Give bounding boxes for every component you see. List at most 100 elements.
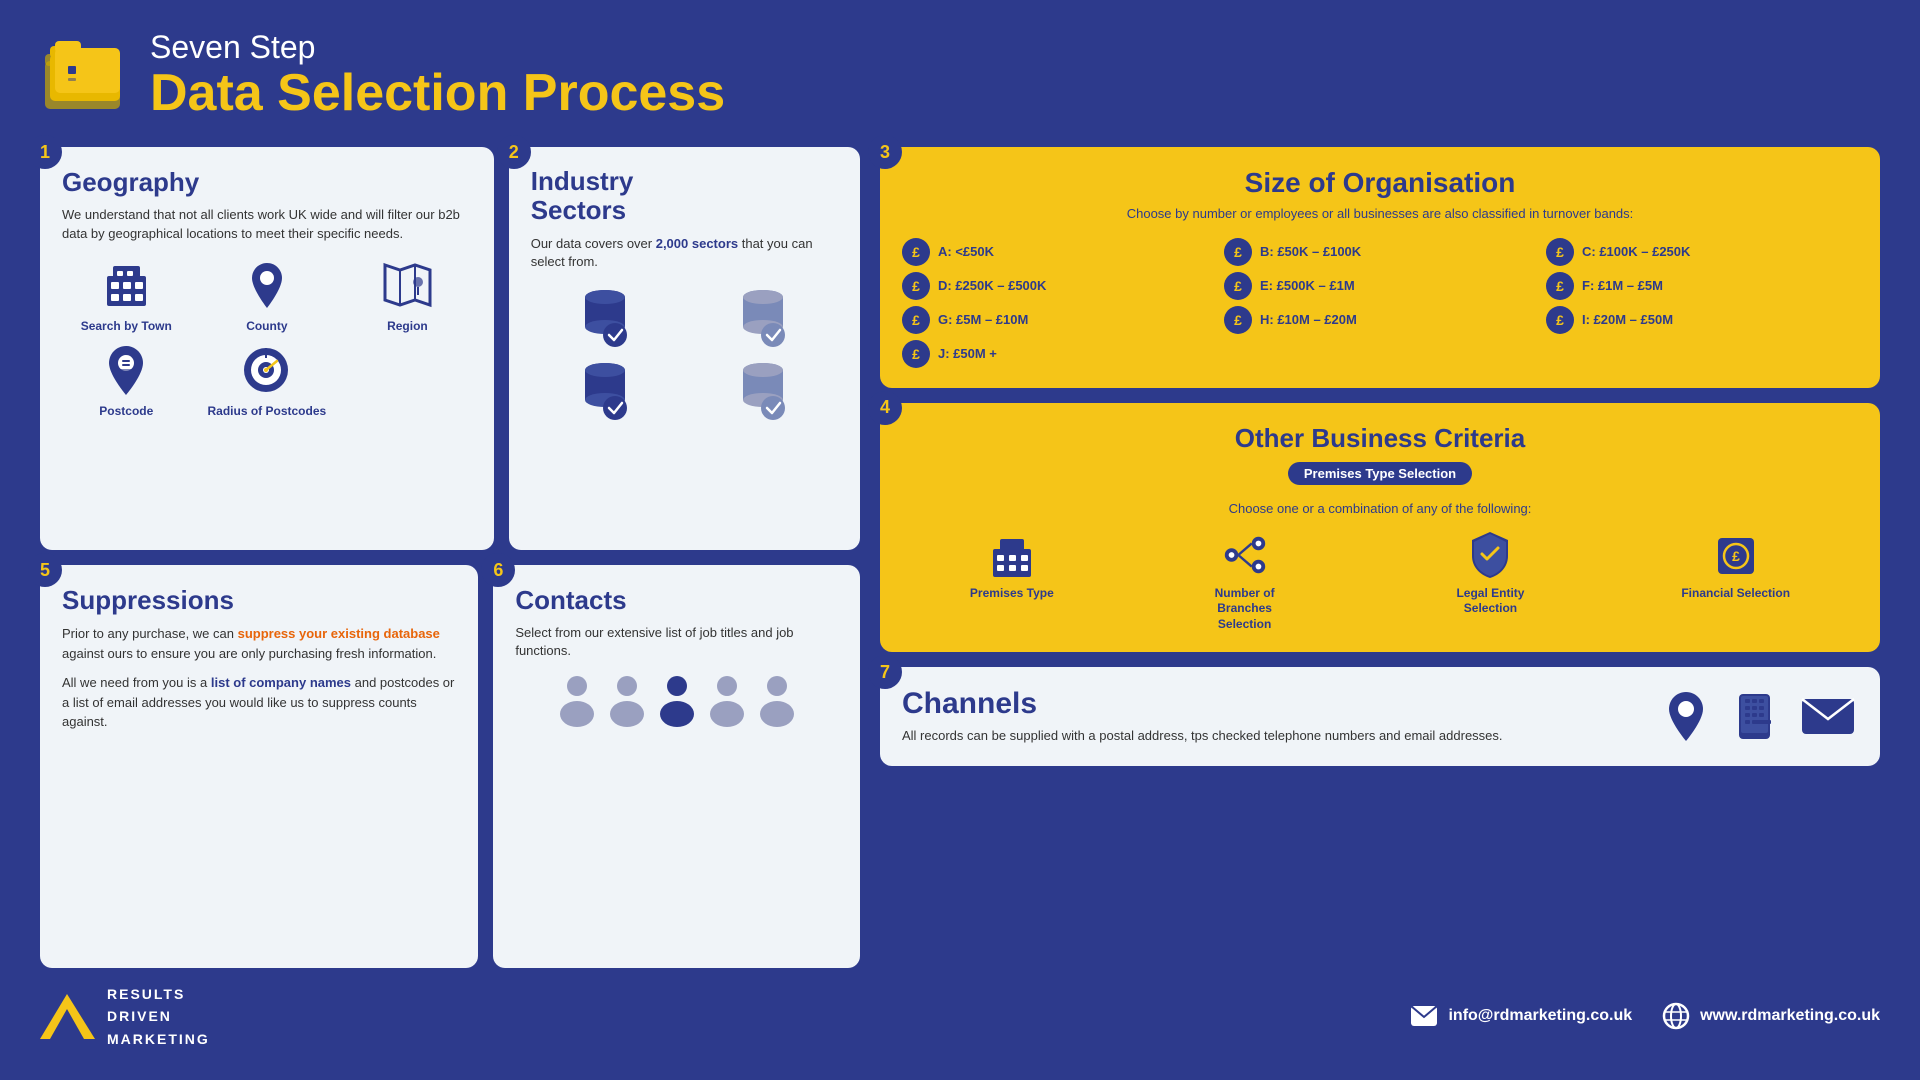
step5-badge: 5 xyxy=(28,553,62,587)
rdm-logo-icon xyxy=(40,994,95,1039)
legal-item: Legal Entity Selection xyxy=(1435,530,1545,617)
county-label: County xyxy=(246,319,287,333)
footer-website-url: www.rdmarketing.co.uk xyxy=(1700,1007,1880,1025)
location-icon xyxy=(239,258,294,313)
band-e: £ E: £500K – £1M xyxy=(1224,272,1536,300)
main-container: Seven Step Data Selection Process 1 Geog… xyxy=(0,0,1920,1080)
geo-search-by-town: Search by Town xyxy=(62,258,191,333)
content-area: 1 Geography We understand that not all c… xyxy=(40,147,1880,967)
right-column: 3 Size of Organisation Choose by number … xyxy=(880,147,1880,967)
band-c: £ C: £100K – £250K xyxy=(1546,238,1858,266)
industry-card: 2 IndustrySectors Our data covers over 2… xyxy=(509,147,860,550)
premises-building-icon xyxy=(987,530,1037,580)
location-channel-icon xyxy=(1661,689,1711,744)
database-icon-2 xyxy=(731,283,796,348)
company-names-highlight: list of company names xyxy=(211,675,351,690)
footer-links: info@rdmarketing.co.uk www.rdmarketing.c… xyxy=(1410,1002,1880,1030)
suppressions-para2: All we need from you is a list of compan… xyxy=(62,673,456,732)
header-icon xyxy=(40,36,130,116)
step6-badge: 6 xyxy=(481,553,515,587)
geography-card: 1 Geography We understand that not all c… xyxy=(40,147,494,550)
step1-badge: 1 xyxy=(28,135,62,169)
legal-entity-label: Legal Entity Selection xyxy=(1435,586,1545,617)
left-column: 1 Geography We understand that not all c… xyxy=(40,147,860,967)
size-card: 3 Size of Organisation Choose by number … xyxy=(880,147,1880,387)
suppressions-card: 5 Suppressions Prior to any purchase, we… xyxy=(40,565,478,968)
band-g: £ G: £5M – £10M xyxy=(902,306,1214,334)
header-text: Seven Step Data Selection Process xyxy=(150,30,725,122)
financial-selection-label: Financial Selection xyxy=(1681,586,1790,602)
contact-people-icons xyxy=(515,672,838,727)
footer-line3: MARKETING xyxy=(107,1028,210,1050)
branches-item: Number of Branches Selection xyxy=(1190,530,1300,633)
person-icon-5 xyxy=(756,672,798,727)
channels-title: Channels xyxy=(902,687,1503,721)
region-label: Region xyxy=(387,319,428,333)
person-icon-2 xyxy=(606,672,648,727)
financial-icon: £ xyxy=(1711,530,1761,580)
channels-card: 7 Channels All records can be supplied w… xyxy=(880,667,1880,765)
folder-icon xyxy=(40,36,130,111)
branches-label: Number of Branches Selection xyxy=(1190,586,1300,633)
footer-logo: RESULTS DRIVEN MARKETING xyxy=(40,983,210,1050)
geo-county: County xyxy=(203,258,332,333)
other-title: Other Business Criteria xyxy=(902,423,1858,454)
channels-text: Channels All records can be supplied wit… xyxy=(902,687,1503,745)
industry-desc: Our data covers over 2,000 sectors that … xyxy=(531,235,838,271)
bottom-row: 5 Suppressions Prior to any purchase, we… xyxy=(40,565,860,968)
band-i: £ I: £20M – £50M xyxy=(1546,306,1858,334)
premises-type-item: Premises Type xyxy=(970,530,1054,602)
pound-icon-f: £ xyxy=(1546,272,1574,300)
premises-type-label: Premises Type xyxy=(970,586,1054,602)
radius-label: Radius of Postcodes xyxy=(208,404,327,418)
email-channel-icon xyxy=(1798,694,1858,739)
band-g-label: G: £5M – £10M xyxy=(938,312,1028,327)
footer-line2: DRIVEN xyxy=(107,1005,210,1027)
footer-globe-icon xyxy=(1662,1002,1690,1030)
size-desc: Choose by number or employees or all bus… xyxy=(902,205,1858,223)
phone-channel-icon xyxy=(1727,689,1782,744)
industry-title: IndustrySectors xyxy=(531,167,838,224)
radius-icon xyxy=(239,343,294,398)
pound-icon-c: £ xyxy=(1546,238,1574,266)
map-icon xyxy=(380,258,435,313)
pound-icon-j: £ xyxy=(902,340,930,368)
person-icon-1 xyxy=(556,672,598,727)
geo-radius: Radius of Postcodes xyxy=(203,343,332,418)
pound-icon-b: £ xyxy=(1224,238,1252,266)
branches-icon xyxy=(1220,530,1270,580)
footer-website: www.rdmarketing.co.uk xyxy=(1662,1002,1880,1030)
database-icon-1 xyxy=(573,283,638,348)
band-a: £ A: <£50K xyxy=(902,238,1214,266)
band-f: £ F: £1M – £5M xyxy=(1546,272,1858,300)
pound-icon-a: £ xyxy=(902,238,930,266)
band-a-label: A: <£50K xyxy=(938,244,994,259)
pound-icon-g: £ xyxy=(902,306,930,334)
band-d: £ D: £250K – £500K xyxy=(902,272,1214,300)
other-criteria-icons: Premises Type xyxy=(902,530,1858,633)
footer: RESULTS DRIVEN MARKETING info@rdmarketin… xyxy=(40,983,1880,1050)
legal-icon xyxy=(1465,530,1515,580)
top-row: 1 Geography We understand that not all c… xyxy=(40,147,860,550)
pound-icon-e: £ xyxy=(1224,272,1252,300)
band-j-label: J: £50M + xyxy=(938,346,997,361)
contacts-card: 6 Contacts Select from our extensive lis… xyxy=(493,565,860,968)
footer-logo-text: RESULTS DRIVEN MARKETING xyxy=(107,983,210,1050)
pound-icon-h: £ xyxy=(1224,306,1252,334)
geography-title: Geography xyxy=(62,167,472,198)
postcode-icon xyxy=(99,343,154,398)
channels-desc: All records can be supplied with a posta… xyxy=(902,727,1503,745)
search-by-town-label: Search by Town xyxy=(81,319,172,333)
footer-email: info@rdmarketing.co.uk xyxy=(1410,1005,1632,1027)
svg-text:£: £ xyxy=(1732,548,1740,564)
band-d-label: D: £250K – £500K xyxy=(938,278,1046,293)
suppressions-title: Suppressions xyxy=(62,585,456,616)
size-bands-grid: £ A: <£50K £ B: £50K – £100K £ C: £100K … xyxy=(902,238,1858,368)
footer-email-address: info@rdmarketing.co.uk xyxy=(1448,1007,1632,1025)
step4-badge: 4 xyxy=(868,391,902,425)
database-icon-4 xyxy=(731,356,796,421)
suppressions-para1: Prior to any purchase, we can suppress y… xyxy=(62,624,456,663)
header: Seven Step Data Selection Process xyxy=(40,30,1880,122)
database-icon-3 xyxy=(573,356,638,421)
contacts-desc: Select from our extensive list of job ti… xyxy=(515,624,838,660)
